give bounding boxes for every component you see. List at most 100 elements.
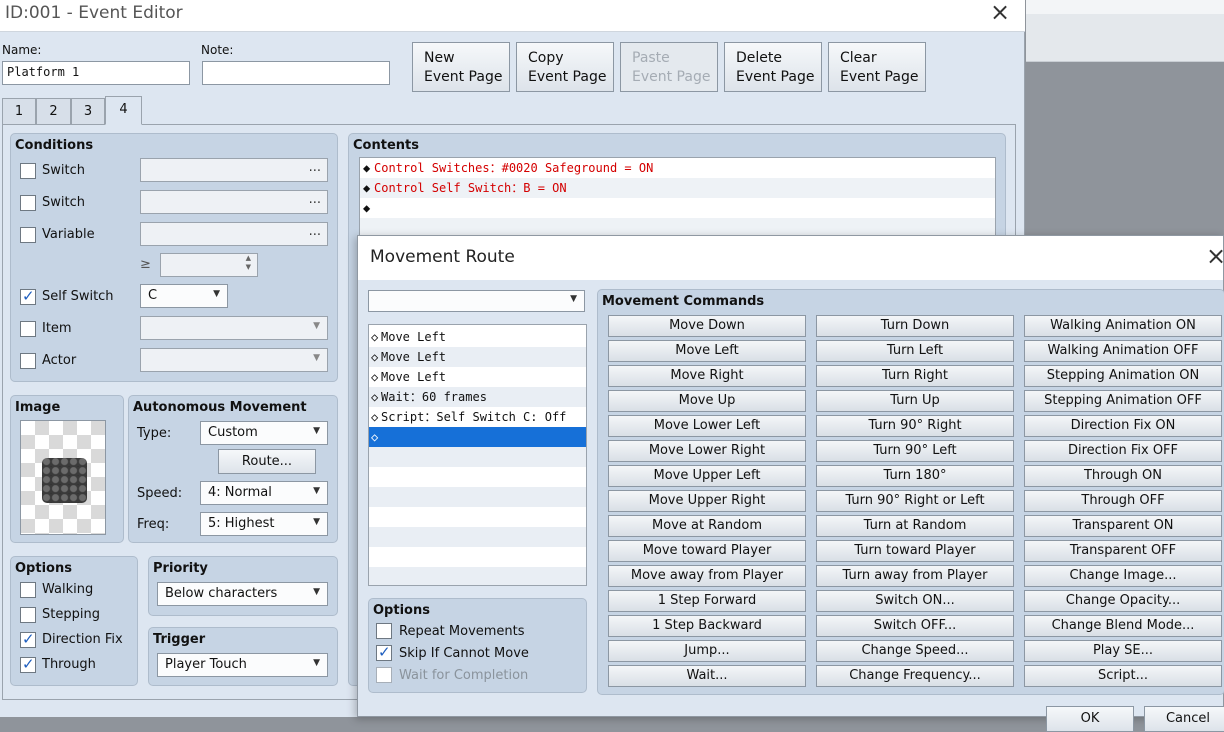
direction-fix-checkbox[interactable]: ✓ <box>20 630 36 648</box>
movement-command-button[interactable]: Direction Fix ON <box>1024 415 1222 437</box>
item-select[interactable]: ▼ <box>140 316 328 340</box>
movement-command-button[interactable]: Turn toward Player <box>816 540 1014 562</box>
movement-command-button[interactable]: Move at Random <box>608 515 806 537</box>
skip-if-cannot-move-checkbox[interactable]: ✓ <box>376 643 392 661</box>
switch1-selector[interactable]: ... <box>140 158 328 182</box>
switch2-checkbox[interactable] <box>20 195 36 211</box>
movement-command-button[interactable]: Change Frequency... <box>816 665 1014 687</box>
movement-command-button[interactable]: Move Upper Right <box>608 490 806 512</box>
switch1-checkbox[interactable] <box>20 163 36 179</box>
route-button[interactable]: Route... <box>218 449 316 474</box>
movement-command-button[interactable]: Turn Right <box>816 365 1014 387</box>
movement-command-button[interactable]: Move Upper Left <box>608 465 806 487</box>
stepping-checkbox[interactable] <box>20 607 36 623</box>
tab-page-2[interactable]: 2 <box>36 98 71 125</box>
movement-command-button[interactable]: Turn 180° <box>816 465 1014 487</box>
paste-event-page-button[interactable]: Paste Event Page <box>620 42 718 92</box>
through-checkbox[interactable]: ✓ <box>20 655 36 673</box>
repeat-movements-checkbox[interactable] <box>376 623 392 639</box>
movement-command-button[interactable]: Move Lower Left <box>608 415 806 437</box>
movement-command-button[interactable]: Move Down <box>608 315 806 337</box>
variable-selector[interactable]: ... <box>140 222 328 246</box>
movement-command-button[interactable]: Move Up <box>608 390 806 412</box>
cancel-button[interactable]: Cancel <box>1144 706 1224 732</box>
event-image-preview[interactable] <box>20 420 106 535</box>
priority-select[interactable]: Below characters ▼ <box>157 582 328 606</box>
copy-event-page-button[interactable]: Copy Event Page <box>516 42 614 92</box>
walking-checkbox[interactable] <box>20 582 36 598</box>
movement-type-select[interactable]: Custom ▼ <box>200 421 328 445</box>
contents-list[interactable]: ◆ Control Switches：#0020 Safeground = ON… <box>359 157 996 238</box>
contents-row[interactable]: ◆ Control Switches：#0020 Safeground = ON <box>360 158 995 178</box>
actor-checkbox[interactable] <box>20 353 36 369</box>
ok-button[interactable]: OK <box>1046 706 1134 732</box>
movement-command-button[interactable]: Change Blend Mode... <box>1024 615 1222 637</box>
movement-command-button[interactable]: Wait... <box>608 665 806 687</box>
self-switch-select[interactable]: C ▼ <box>140 284 228 308</box>
movement-command-button[interactable]: Switch ON... <box>816 590 1014 612</box>
movement-command-button[interactable]: Stepping Animation ON <box>1024 365 1222 387</box>
variable-checkbox[interactable] <box>20 227 36 243</box>
contents-row[interactable]: ◆ <box>360 198 995 218</box>
route-item[interactable]: ◇ Wait：60 frames <box>369 387 586 407</box>
close-icon[interactable]: × <box>985 0 1015 29</box>
movement-command-button[interactable]: Jump... <box>608 640 806 662</box>
note-input[interactable] <box>202 61 390 85</box>
movement-command-button[interactable]: Move Lower Right <box>608 440 806 462</box>
new-event-page-button[interactable]: New Event Page <box>412 42 510 92</box>
tab-page-4[interactable]: 4 <box>105 96 142 125</box>
movement-command-button[interactable]: Transparent ON <box>1024 515 1222 537</box>
variable-value-spinner[interactable]: ▲ ▼ <box>160 253 258 277</box>
movement-freq-select[interactable]: 5: Highest ▼ <box>200 512 328 536</box>
movement-command-button[interactable]: Turn Left <box>816 340 1014 362</box>
movement-command-button[interactable]: Move Left <box>608 340 806 362</box>
movement-command-button[interactable]: Walking Animation OFF <box>1024 340 1222 362</box>
wait-for-completion-checkbox[interactable] <box>376 667 392 683</box>
tab-page-3[interactable]: 3 <box>71 98 105 125</box>
route-item[interactable]: ◇ Script：Self Switch C: Off <box>369 407 586 427</box>
delete-event-page-button[interactable]: Delete Event Page <box>724 42 822 92</box>
movement-command-button[interactable]: Transparent OFF <box>1024 540 1222 562</box>
movement-command-button[interactable]: Through OFF <box>1024 490 1222 512</box>
self-switch-checkbox[interactable]: ✓ <box>20 287 36 305</box>
contents-row[interactable]: ◆ Control Self Switch：B = ON <box>360 178 995 198</box>
switch2-selector[interactable]: ... <box>140 190 328 214</box>
movement-command-button[interactable]: Turn at Random <box>816 515 1014 537</box>
movement-command-button[interactable]: Walking Animation ON <box>1024 315 1222 337</box>
close-icon[interactable]: × <box>1201 243 1224 273</box>
movement-command-button[interactable]: Change Image... <box>1024 565 1222 587</box>
actor-select[interactable]: ▼ <box>140 348 328 372</box>
clear-event-page-button[interactable]: Clear Event Page <box>828 42 926 92</box>
movement-command-button[interactable]: Turn away from Player <box>816 565 1014 587</box>
route-target-select[interactable]: ▼ <box>368 290 585 312</box>
name-input[interactable]: Platform 1 <box>2 61 190 85</box>
movement-command-button[interactable]: Turn 90° Right or Left <box>816 490 1014 512</box>
route-item[interactable]: ◇ Move Left <box>369 367 586 387</box>
route-item[interactable]: ◇ Move Left <box>369 347 586 367</box>
route-command-list[interactable]: ◇ Move Left ◇ Move Left ◇ Move Left ◇ Wa… <box>368 324 587 586</box>
movement-command-button[interactable]: 1 Step Forward <box>608 590 806 612</box>
movement-command-button[interactable]: Play SE... <box>1024 640 1222 662</box>
route-item-selected[interactable]: ◇ <box>369 427 586 447</box>
item-checkbox[interactable] <box>20 321 36 337</box>
movement-command-button[interactable]: Move toward Player <box>608 540 806 562</box>
movement-command-button[interactable]: Stepping Animation OFF <box>1024 390 1222 412</box>
movement-command-button[interactable]: Move away from Player <box>608 565 806 587</box>
movement-command-button[interactable]: Script... <box>1024 665 1222 687</box>
movement-command-button[interactable]: Switch OFF... <box>816 615 1014 637</box>
movement-command-button[interactable]: Turn 90° Left <box>816 440 1014 462</box>
tab-page-1[interactable]: 1 <box>2 98 36 125</box>
movement-speed-select[interactable]: 4: Normal ▼ <box>200 481 328 505</box>
movement-command-button[interactable]: Turn Down <box>816 315 1014 337</box>
movement-command-button[interactable]: Turn Up <box>816 390 1014 412</box>
movement-command-button[interactable]: Turn 90° Right <box>816 415 1014 437</box>
movement-command-button[interactable]: 1 Step Backward <box>608 615 806 637</box>
movement-command-button[interactable]: Move Right <box>608 365 806 387</box>
route-item[interactable]: ◇ Move Left <box>369 327 586 347</box>
movement-command-button[interactable]: Change Speed... <box>816 640 1014 662</box>
movement-command-button[interactable]: Change Opacity... <box>1024 590 1222 612</box>
movement-command-button[interactable]: Through ON <box>1024 465 1222 487</box>
movement-route-titlebar: Movement Route × <box>358 236 1224 280</box>
movement-command-button[interactable]: Direction Fix OFF <box>1024 440 1222 462</box>
trigger-select[interactable]: Player Touch ▼ <box>157 653 328 677</box>
